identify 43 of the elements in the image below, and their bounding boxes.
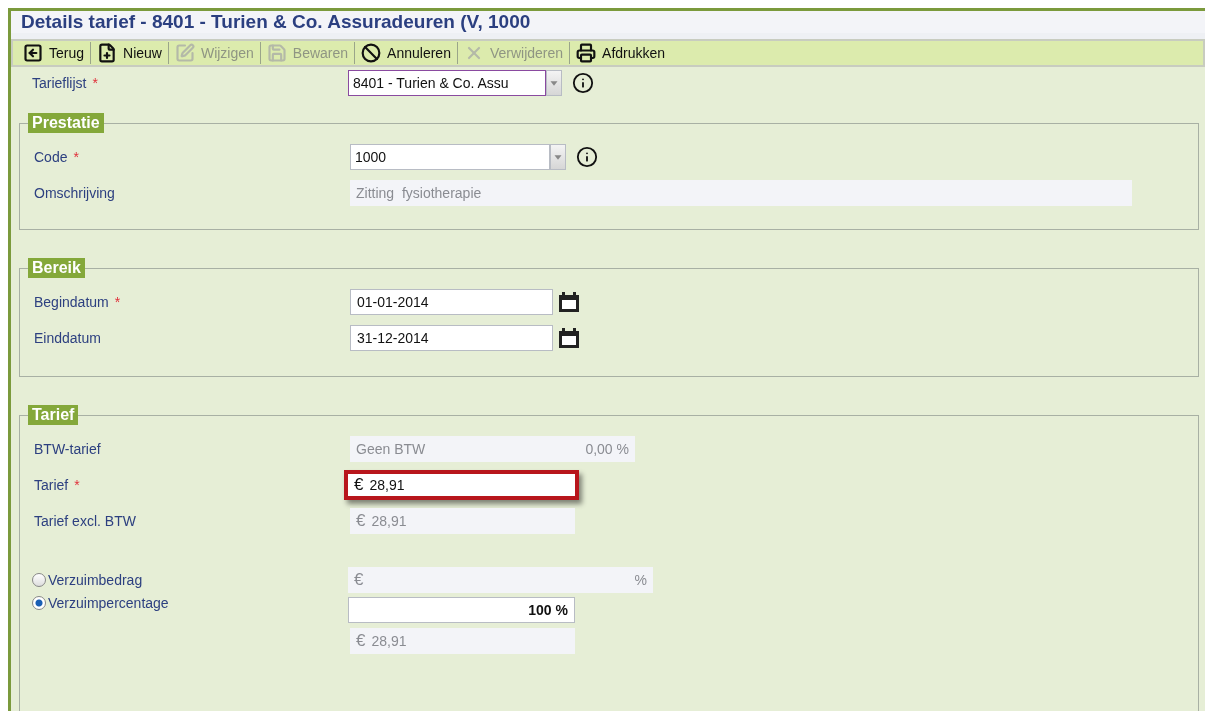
- toolbar-button[interactable]: Annuleren: [355, 41, 457, 65]
- file-plus-icon: [97, 43, 118, 63]
- amount-field[interactable]: € 28,91: [344, 470, 579, 500]
- readonly-field: € 28,91: [350, 628, 575, 654]
- field-label: Tarief: [34, 477, 69, 493]
- required-mark: *: [74, 477, 80, 493]
- required-mark: *: [73, 149, 79, 165]
- required-mark: *: [114, 294, 121, 310]
- radio-option[interactable]: Verzuimbedrag: [32, 572, 348, 588]
- info-icon[interactable]: [572, 72, 594, 94]
- field-label: Omschrijving: [34, 185, 115, 201]
- section-legend: Bereik: [28, 258, 85, 278]
- readonly-field: Geen BTW 0,00 %: [350, 436, 635, 462]
- tariff-list-select[interactable]: 8401 - Turien & Co. Assu: [348, 70, 546, 96]
- info-icon[interactable]: [576, 146, 598, 168]
- cancel-icon: [361, 43, 382, 63]
- field-label: Code: [34, 149, 68, 165]
- radio-option[interactable]: Verzuimpercentage: [32, 595, 348, 611]
- date-field[interactable]: 31-12-2014: [350, 325, 553, 351]
- calendar-icon[interactable]: [557, 290, 581, 314]
- printer-icon: [576, 43, 597, 63]
- section-legend: Prestatie: [28, 113, 104, 133]
- field-label: Einddatum: [34, 330, 101, 346]
- window-title: Details tarief - 8401 - Turien & Co. Assuradeuren (V, 1000: [21, 11, 531, 33]
- field-label: Begindatum: [34, 294, 109, 310]
- toolbar-button[interactable]: Terug: [17, 41, 91, 65]
- code-select[interactable]: 1000: [350, 144, 550, 170]
- toolbar-button[interactable]: Afdrukken: [570, 41, 672, 65]
- readonly-field: € 28,91: [350, 508, 575, 534]
- section-legend: Tarief: [28, 405, 79, 425]
- readonly-field: € %: [348, 567, 653, 593]
- field-label: BTW-tarief: [34, 441, 101, 457]
- field-label: Tarief excl. BTW: [34, 513, 136, 529]
- required-mark: *: [92, 75, 98, 91]
- field-label: Tarieflijst: [32, 75, 87, 91]
- calendar-icon[interactable]: [557, 326, 581, 350]
- date-field[interactable]: 01-01-2014: [350, 289, 553, 315]
- percentage-field[interactable]: 100 %: [348, 597, 575, 623]
- save-icon: [266, 43, 287, 63]
- readonly-field: Zitting fysiotherapie: [350, 180, 1132, 206]
- toolbar-button[interactable]: Nieuw: [91, 41, 168, 65]
- edit-icon: [174, 43, 195, 63]
- back-icon: [23, 43, 43, 63]
